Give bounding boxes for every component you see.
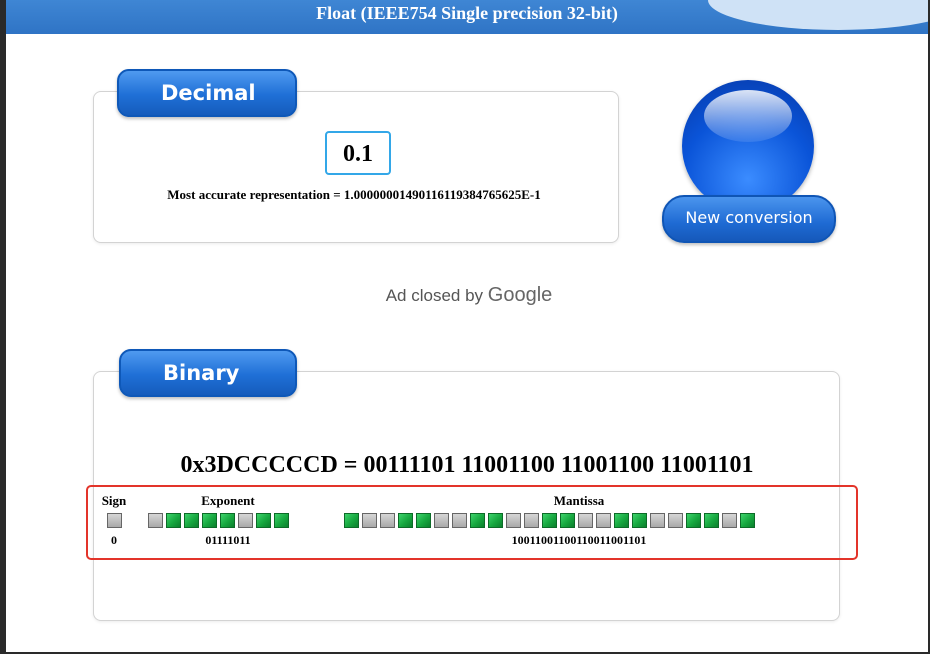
orb-shine <box>704 90 792 142</box>
exponent-bit-checkbox[interactable] <box>166 513 181 528</box>
exponent-bits <box>148 513 289 528</box>
exponent-bit-checkbox[interactable] <box>274 513 289 528</box>
mantissa-bit-checkbox[interactable] <box>362 513 377 528</box>
mantissa-bit-checkbox[interactable] <box>614 513 629 528</box>
mantissa-bit-checkbox[interactable] <box>596 513 611 528</box>
new-conversion-button[interactable]: New conversion <box>662 195 836 243</box>
mantissa-bit-checkbox[interactable] <box>470 513 485 528</box>
decimal-value-field[interactable]: 0.1 <box>325 131 391 175</box>
mantissa-bit-checkbox[interactable] <box>542 513 557 528</box>
mantissa-bit-checkbox[interactable] <box>560 513 575 528</box>
mantissa-bit-checkbox[interactable] <box>344 513 359 528</box>
google-logo: Google <box>487 284 553 306</box>
exponent-bit-checkbox[interactable] <box>256 513 271 528</box>
decimal-tab-label: Decimal <box>161 81 256 105</box>
mantissa-bit-checkbox[interactable] <box>380 513 395 528</box>
binary-tab: Binary <box>119 349 297 397</box>
mantissa-bit-checkbox[interactable] <box>416 513 431 528</box>
mantissa-bit-checkbox[interactable] <box>740 513 755 528</box>
exponent-bit-checkbox[interactable] <box>202 513 217 528</box>
accurate-representation: Most accurate representation = 1.0000000… <box>167 187 541 202</box>
exponent-label: Exponent <box>201 493 255 508</box>
sign-bits <box>107 513 122 528</box>
mantissa-bit-checkbox[interactable] <box>686 513 701 528</box>
exponent-bit-checkbox[interactable] <box>184 513 199 528</box>
sign-value: 0 <box>111 533 117 547</box>
exponent-bit-checkbox[interactable] <box>220 513 235 528</box>
new-conversion-orb-icon[interactable] <box>682 80 814 212</box>
page-title: Float (IEEE754 Single precision 32-bit) <box>316 3 618 23</box>
mantissa-bit-checkbox[interactable] <box>524 513 539 528</box>
mantissa-bit-checkbox[interactable] <box>488 513 503 528</box>
mantissa-label: Mantissa <box>553 493 605 508</box>
exponent-bit-checkbox[interactable] <box>238 513 253 528</box>
exponent-value: 01111011 <box>205 533 251 547</box>
page: Float (IEEE754 Single precision 32-bit) … <box>6 0 928 652</box>
mantissa-bit-checkbox[interactable] <box>704 513 719 528</box>
mantissa-bit-checkbox[interactable] <box>452 513 467 528</box>
sign-label: Sign <box>101 493 127 508</box>
binary-tab-label: Binary <box>163 361 240 385</box>
mantissa-bit-checkbox[interactable] <box>650 513 665 528</box>
mantissa-bit-checkbox[interactable] <box>578 513 593 528</box>
mantissa-value: 10011001100110011001101 <box>511 533 647 547</box>
title-bar: Float (IEEE754 Single precision 32-bit) <box>6 0 928 34</box>
sign-bit-checkbox[interactable] <box>107 513 122 528</box>
mantissa-bit-checkbox[interactable] <box>668 513 683 528</box>
hex-binary-representation: 0x3DCCCCCD = 00111101 11001100 11001100 … <box>180 452 754 478</box>
exponent-bit-checkbox[interactable] <box>148 513 163 528</box>
mantissa-bit-checkbox[interactable] <box>722 513 737 528</box>
mantissa-bit-checkbox[interactable] <box>506 513 521 528</box>
mantissa-bits <box>344 513 755 528</box>
title-swoosh <box>708 0 928 30</box>
mantissa-bit-checkbox[interactable] <box>632 513 647 528</box>
mantissa-bit-checkbox[interactable] <box>434 513 449 528</box>
ad-closed-notice: Ad closed by Google <box>230 265 708 325</box>
ad-prefix: Ad closed by <box>385 286 484 305</box>
decimal-tab: Decimal <box>117 69 297 117</box>
mantissa-bit-checkbox[interactable] <box>398 513 413 528</box>
